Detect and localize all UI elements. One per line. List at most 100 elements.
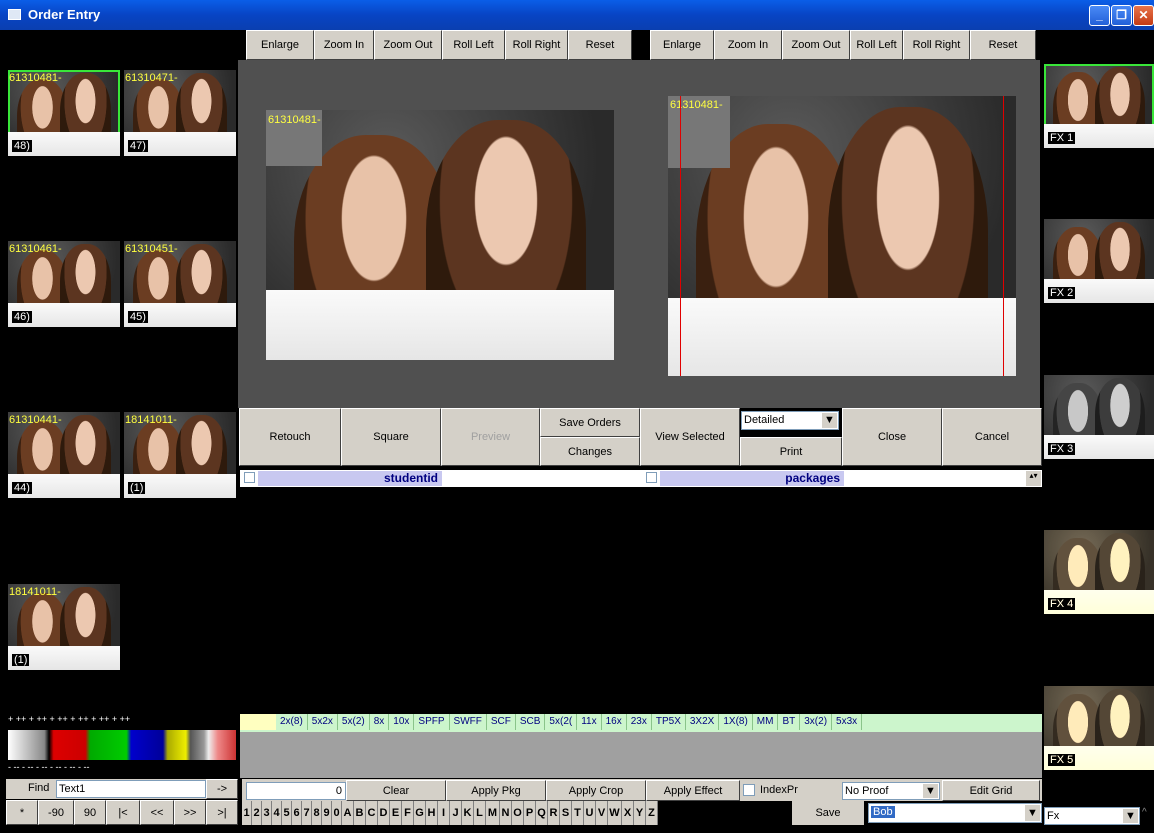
apply-pkg-button[interactable]: Apply Pkg [446,780,546,801]
nav-button[interactable]: -90 [38,800,74,825]
right-roll-right-button[interactable]: Roll Right [903,30,970,60]
key-i[interactable]: I [438,801,450,825]
key-d[interactable]: D [378,801,390,825]
package-tag[interactable]: SWFF [450,714,487,730]
package-tag[interactable]: 5x(2) [338,714,370,730]
effect-thumbnail[interactable]: FX 5 [1044,686,1154,770]
package-tag[interactable]: 10x [389,714,415,730]
right-zoom-in-button[interactable]: Zoom In [714,30,782,60]
key-1[interactable]: 1 [242,801,252,825]
key-5[interactable]: 5 [282,801,292,825]
package-tag[interactable]: 1X(8) [719,714,753,730]
scroll-up-icon[interactable]: ^ [1142,807,1152,825]
package-tag[interactable]: SCF [487,714,516,730]
user-select[interactable]: Bob ▼ [868,803,1042,823]
key-l[interactable]: L [474,801,486,825]
key-h[interactable]: H [426,801,438,825]
package-tag[interactable]: 11x [577,714,602,730]
package-tag[interactable]: 2x(8) [276,714,308,730]
close-icon[interactable]: ✕ [1133,5,1154,26]
close-button[interactable]: Close [842,408,942,466]
package-tag[interactable]: 23x [627,714,652,730]
key-u[interactable]: U [584,801,596,825]
find-go-button[interactable]: -> [206,779,238,799]
right-reset-button[interactable]: Reset [970,30,1036,60]
key-2[interactable]: 2 [252,801,262,825]
save-orders-button[interactable]: Save Orders [540,408,640,437]
nav-button[interactable]: * [6,800,38,825]
package-tag[interactable]: 16x [602,714,627,730]
indexpr-checkbox[interactable] [743,784,755,796]
left-roll-right-button[interactable]: Roll Right [505,30,568,60]
view-selected-button[interactable]: View Selected [640,408,740,466]
print-button[interactable]: Print [740,437,842,466]
fx-select[interactable]: Fx ▼ [1044,807,1140,825]
grid-checkbox-1[interactable] [244,472,255,483]
key-7[interactable]: 7 [302,801,312,825]
thumbnail[interactable]: 61310461- 46) [8,241,120,327]
right-zoom-out-button[interactable]: Zoom Out [782,30,850,60]
crop-line-right[interactable] [1003,96,1004,376]
thumbnail[interactable]: 18141011- (1) [8,584,120,670]
key-4[interactable]: 4 [272,801,282,825]
changes-button[interactable]: Changes [540,437,640,466]
left-reset-button[interactable]: Reset [568,30,632,60]
nav-button[interactable]: 90 [74,800,106,825]
key-r[interactable]: R [548,801,560,825]
key-z[interactable]: Z [646,801,658,825]
right-enlarge-button[interactable]: Enlarge [650,30,714,60]
key-v[interactable]: V [596,801,608,825]
package-tag[interactable]: MM [753,714,779,730]
nav-button[interactable]: << [140,800,174,825]
key-c[interactable]: C [366,801,378,825]
chevron-down-icon[interactable]: ▼ [822,413,837,428]
effect-thumbnail[interactable]: FX 3 [1044,375,1154,459]
thumbnail[interactable]: 61310441- 44) [8,412,120,498]
package-tag[interactable]: SPFP [414,714,450,730]
package-tag[interactable]: 5x(2( [545,714,578,730]
grid-scroll-arrows[interactable]: ▴▾ [1026,471,1041,486]
nav-button[interactable]: >> [174,800,206,825]
right-roll-left-button[interactable]: Roll Left [850,30,903,60]
grid-checkbox-2[interactable] [646,472,657,483]
effect-thumbnail[interactable]: FX 2 [1044,219,1154,303]
key-s[interactable]: S [560,801,572,825]
color-gradient[interactable] [8,730,236,760]
find-input[interactable]: Text1 [56,780,206,798]
package-tag[interactable]: SCB [516,714,546,730]
cancel-button[interactable]: Cancel [942,408,1042,466]
key-0[interactable]: 0 [332,801,342,825]
effect-thumbnail[interactable]: FX 1 [1044,64,1154,148]
key-m[interactable]: M [486,801,500,825]
clear-button[interactable]: Clear [346,780,446,801]
preview-button[interactable]: Preview [441,408,540,466]
left-enlarge-button[interactable]: Enlarge [246,30,314,60]
left-roll-left-button[interactable]: Roll Left [442,30,505,60]
apply-crop-button[interactable]: Apply Crop [546,780,646,801]
square-button[interactable]: Square [341,408,441,466]
package-tag[interactable]: 5x3x [832,714,863,730]
key-w[interactable]: W [608,801,622,825]
nav-button[interactable]: |< [106,800,140,825]
package-tag[interactable]: BT [778,714,801,730]
thumbnail[interactable]: 61310451- 45) [124,241,236,327]
chevron-down-icon[interactable]: ▼ [923,784,938,798]
key-b[interactable]: B [354,801,366,825]
key-g[interactable]: G [414,801,426,825]
chevron-down-icon[interactable]: ▼ [1123,809,1138,823]
nav-button[interactable]: >| [206,800,238,825]
thumbnail[interactable]: 61310481- 48) [8,70,120,156]
proof-select[interactable]: No Proof ▼ [842,782,940,800]
key-t[interactable]: T [572,801,584,825]
key-k[interactable]: K [462,801,474,825]
key-f[interactable]: F [402,801,414,825]
effect-thumbnail[interactable]: FX 4 [1044,530,1154,614]
crop-line-left[interactable] [680,96,681,376]
key-y[interactable]: Y [634,801,646,825]
quantity-field[interactable]: 0 [246,782,346,800]
left-zoom-in-button[interactable]: Zoom In [314,30,374,60]
package-tag[interactable]: 8x [370,714,390,730]
key-9[interactable]: 9 [322,801,332,825]
chevron-down-icon[interactable]: ▼ [1025,805,1040,821]
thumbnail[interactable]: 61310471- 47) [124,70,236,156]
